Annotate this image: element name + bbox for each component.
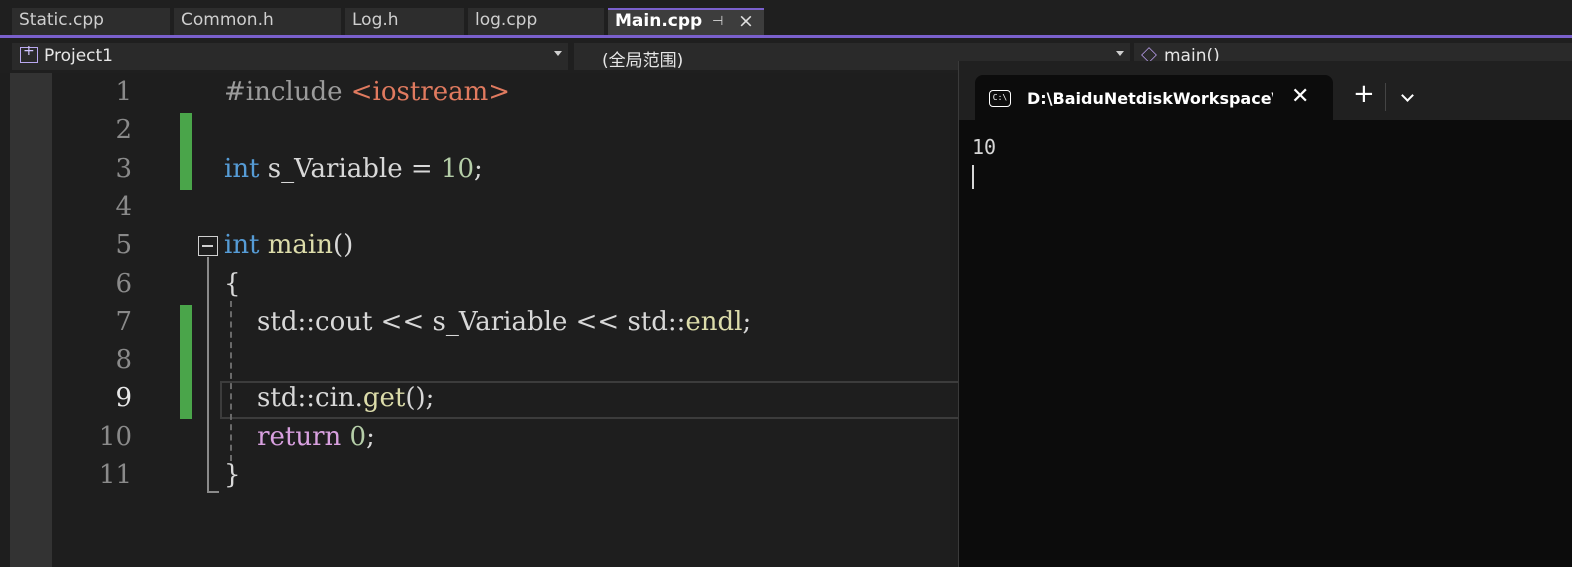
code-token: get	[362, 383, 406, 414]
line-number: 3	[115, 153, 132, 184]
changed-line-marker	[180, 113, 192, 152]
terminal-window[interactable]: C:\ D:\BaiduNetdiskWorkspace\E ✕ + 10	[958, 61, 1572, 567]
code-token: ();	[405, 383, 435, 414]
line-number: 6	[115, 268, 132, 299]
divider	[1385, 83, 1386, 111]
code-line[interactable]: {	[224, 269, 241, 299]
code-token: std::cout << s_Variable << std::	[224, 306, 686, 337]
changed-line-marker	[180, 304, 192, 343]
code-line[interactable]: int main()	[224, 230, 353, 260]
document-tab-bar: Static.cpp Common.h Log.h log.cpp Main.c…	[0, 0, 1572, 38]
line-number: 4	[115, 191, 132, 222]
tab-label: log.cpp	[475, 10, 538, 30]
terminal-tab-strip: C:\ D:\BaiduNetdiskWorkspace\E ✕ +	[959, 61, 1572, 121]
scope-label: (全局范围)	[602, 51, 684, 70]
tab-log-h[interactable]: Log.h	[345, 8, 464, 35]
terminal-tab-title: D:\BaiduNetdiskWorkspace\E	[1027, 89, 1273, 108]
terminal-tab[interactable]: C:\ D:\BaiduNetdiskWorkspace\E ✕	[975, 75, 1333, 121]
outline-bracket	[207, 257, 209, 493]
line-number: 10	[98, 421, 132, 452]
code-token: endl	[685, 306, 743, 337]
line-number: 7	[115, 306, 132, 337]
code-line[interactable]: std::cout << s_Variable << std::endl;	[224, 307, 751, 337]
project-dropdown[interactable]: Project1	[12, 43, 568, 70]
close-icon[interactable]: ×	[738, 10, 754, 32]
pin-icon[interactable]: ⊣	[712, 14, 723, 29]
line-number: 11	[98, 460, 132, 490]
tab-main-cpp[interactable]: Main.cpp ⊣ ×	[608, 8, 764, 35]
chevron-down-icon	[1116, 51, 1124, 56]
code-token: ()	[333, 230, 354, 261]
code-token: }	[224, 460, 241, 490]
close-icon[interactable]: ✕	[1291, 84, 1309, 109]
code-line[interactable]: }	[224, 460, 241, 490]
project-icon	[20, 43, 38, 63]
line-number: 8	[115, 345, 132, 376]
new-tab-plus-icon[interactable]: +	[1353, 81, 1375, 107]
tab-common-h[interactable]: Common.h	[174, 8, 341, 35]
code-token: 10	[440, 153, 475, 184]
code-line[interactable]: return 0;	[224, 422, 375, 452]
code-token: ;	[742, 306, 752, 337]
code-line[interactable]: #include <iostream>	[224, 77, 510, 107]
code-token: int	[224, 153, 260, 184]
code-token: return	[257, 421, 342, 452]
line-number: 2	[115, 115, 132, 146]
code-token: #include	[224, 77, 351, 107]
code-token: s_Variable =	[259, 153, 441, 184]
code-token: main	[267, 230, 333, 261]
code-token: ;	[366, 421, 375, 452]
indicator-margin[interactable]	[10, 73, 52, 567]
changed-line-marker	[180, 342, 192, 382]
tab-label: Static.cpp	[19, 10, 104, 30]
changed-line-marker	[180, 151, 192, 190]
tab-label: Common.h	[181, 10, 274, 30]
tab-label: Main.cpp	[615, 11, 703, 31]
code-line[interactable]: std::cin.get();	[224, 383, 434, 413]
text-cursor	[972, 165, 974, 189]
code-line[interactable]: int s_Variable = 10;	[224, 154, 483, 184]
outline-bracket-end	[207, 491, 219, 493]
tab-static-cpp[interactable]: Static.cpp	[12, 8, 170, 35]
line-number: 9	[115, 383, 132, 414]
code-token: {	[224, 268, 241, 299]
code-token: std::cin.	[224, 383, 363, 414]
collapse-toggle-icon[interactable]	[198, 236, 218, 256]
code-token: ;	[474, 153, 483, 184]
tab-log-cpp[interactable]: log.cpp	[468, 8, 604, 35]
line-number: 1	[115, 77, 132, 107]
chevron-down-icon[interactable]	[1401, 89, 1414, 102]
terminal-output: 10	[972, 135, 997, 159]
code-token: <iostream>	[350, 77, 511, 107]
chevron-down-icon	[554, 51, 562, 56]
project-label: Project1	[44, 46, 113, 66]
tab-label: Log.h	[352, 10, 399, 30]
command-prompt-icon: C:\	[989, 90, 1011, 107]
code-token: int	[224, 230, 260, 261]
line-number: 5	[115, 230, 132, 261]
changed-line-marker	[180, 381, 192, 420]
code-token: 0	[349, 421, 367, 452]
